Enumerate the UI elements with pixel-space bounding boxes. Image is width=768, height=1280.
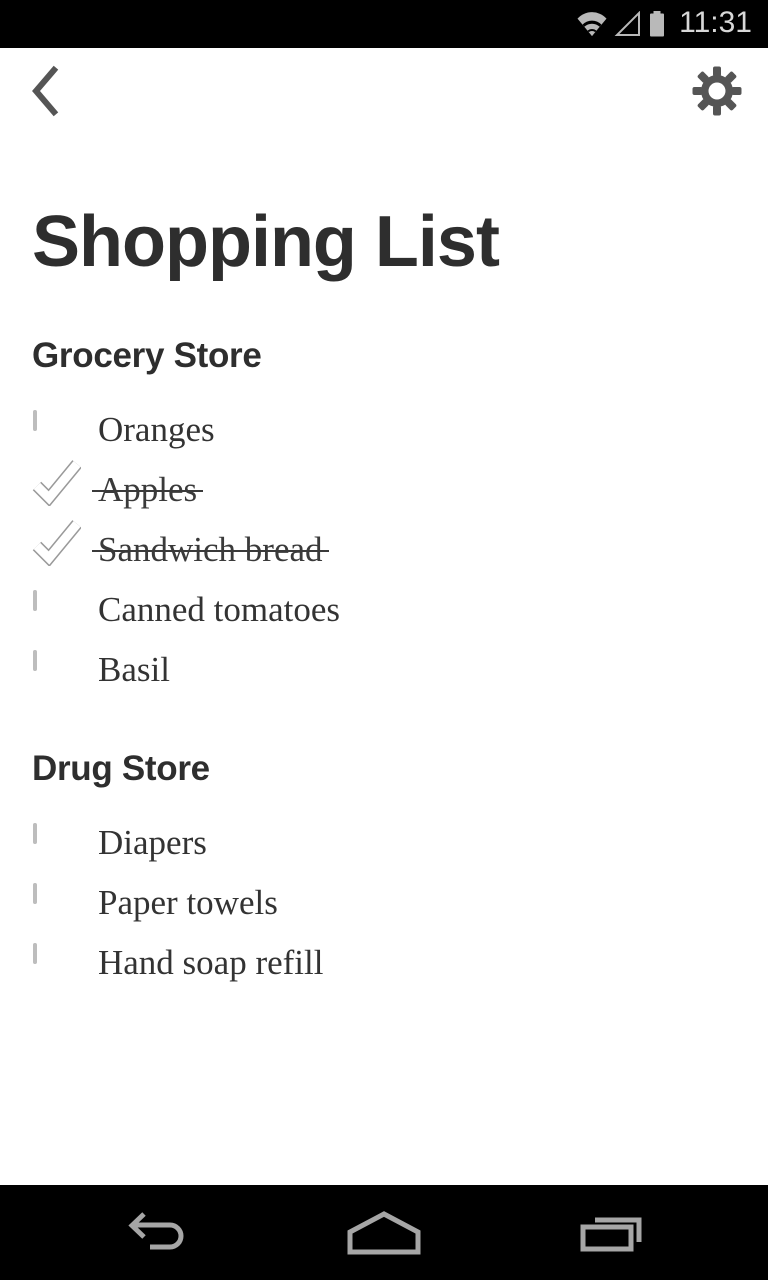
nav-home-button[interactable] <box>309 1185 459 1280</box>
item-label: Paper towels <box>98 882 278 922</box>
list-item[interactable]: Diapers <box>32 812 736 872</box>
list-content: Shopping List Grocery Store Oranges Appl… <box>0 134 768 1185</box>
checkbox-unchecked-icon <box>33 823 37 844</box>
checkbox-unchecked-icon <box>33 883 37 904</box>
item-checkbox[interactable] <box>33 883 67 919</box>
item-checkbox[interactable] <box>32 520 81 566</box>
list-item[interactable]: Sandwich bread <box>32 519 736 579</box>
section-drug-store: Drug Store Diapers Paper towels Hand soa… <box>32 751 736 992</box>
nav-recents-button[interactable] <box>538 1185 688 1280</box>
section-grocery-store: Grocery Store Oranges Apples Sandwich br… <box>32 338 736 699</box>
item-checkbox[interactable] <box>33 410 67 446</box>
list-item[interactable]: Apples <box>32 459 736 519</box>
item-label: Canned tomatoes <box>98 589 341 629</box>
chevron-left-icon <box>26 64 66 118</box>
status-bar: 11:31 <box>0 0 768 48</box>
section-title: Grocery Store <box>32 336 262 375</box>
checkmark-icon <box>32 460 81 506</box>
item-checkbox[interactable] <box>32 460 81 506</box>
cellular-signal-icon <box>613 11 643 37</box>
nav-back-button[interactable] <box>80 1185 230 1280</box>
back-nav-icon <box>124 1210 186 1256</box>
checkbox-unchecked-icon <box>33 943 37 964</box>
wifi-icon <box>575 11 609 37</box>
item-checkbox[interactable] <box>33 590 67 626</box>
checkmark-icon <box>32 520 81 566</box>
status-bar-clock: 11:31 <box>679 6 752 39</box>
checkbox-unchecked-icon <box>33 410 37 431</box>
list-item[interactable]: Oranges <box>32 399 736 459</box>
list-item[interactable]: Hand soap refill <box>32 932 736 992</box>
item-checkbox[interactable] <box>33 650 67 686</box>
settings-button[interactable] <box>680 60 742 122</box>
item-checkbox[interactable] <box>33 943 67 979</box>
section-title: Drug Store <box>32 749 210 788</box>
item-label: Sandwich bread <box>92 529 329 569</box>
battery-icon <box>647 10 667 38</box>
section-item-list: Diapers Paper towels Hand soap refill <box>32 812 736 992</box>
list-item[interactable]: Basil <box>32 639 736 699</box>
android-navigation-bar <box>0 1185 768 1280</box>
checkbox-unchecked-icon <box>33 590 37 611</box>
phone-screen: 11:31 Shopping List Grocery Store Orange… <box>0 0 768 1280</box>
home-nav-icon <box>344 1210 424 1256</box>
gear-icon <box>692 66 742 116</box>
list-item[interactable]: Canned tomatoes <box>32 579 736 639</box>
recents-nav-icon <box>577 1210 649 1256</box>
item-checkbox[interactable] <box>33 823 67 859</box>
item-label: Oranges <box>98 409 215 449</box>
item-label: Apples <box>91 469 204 509</box>
checkbox-unchecked-icon <box>33 650 37 671</box>
app-bar <box>0 48 768 134</box>
page-title: Shopping List <box>32 202 500 282</box>
status-icon-group <box>575 10 667 38</box>
back-button[interactable] <box>26 60 88 122</box>
item-label: Hand soap refill <box>98 942 324 982</box>
section-item-list: Oranges Apples Sandwich bread Canned tom… <box>32 399 736 699</box>
item-label: Diapers <box>98 822 207 862</box>
item-label: Basil <box>98 649 170 689</box>
list-item[interactable]: Paper towels <box>32 872 736 932</box>
